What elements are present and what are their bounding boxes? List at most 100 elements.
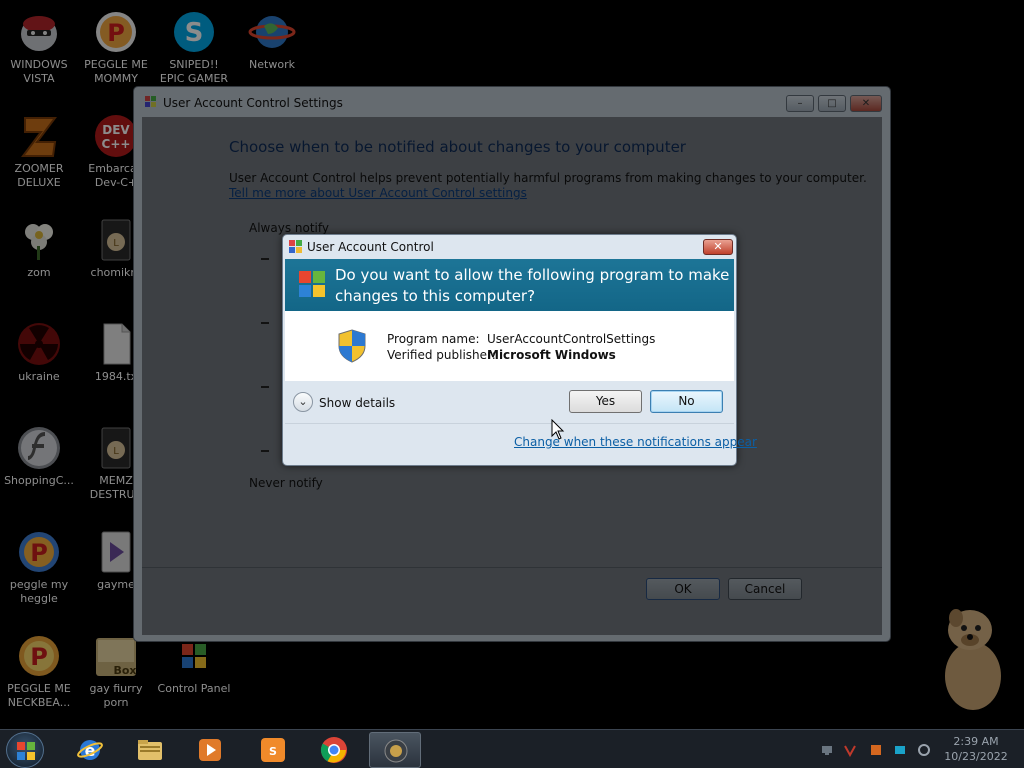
- windows-vista-icon: [15, 8, 63, 56]
- radiation-icon: [15, 320, 63, 368]
- svg-text:L: L: [113, 446, 119, 457]
- peggle-icon: P: [15, 632, 63, 680]
- chrome-icon: [320, 737, 347, 763]
- learn-more-link[interactable]: Tell me more about User Account Control …: [229, 186, 527, 200]
- minimize-icon: –: [797, 98, 803, 109]
- no-button-label: No: [678, 394, 695, 408]
- desktop-icon-peggle-my-heggle[interactable]: P peggle my heggle: [1, 528, 77, 606]
- uac-dialog: User Account Control ✕ Do you want to al…: [282, 234, 757, 466]
- uac-title-icon: [289, 240, 302, 253]
- title-bar[interactable]: User Account Control Settings – □ ✕: [134, 87, 890, 117]
- flower-icon: [15, 216, 63, 264]
- svg-text:S: S: [185, 18, 204, 48]
- svg-text:L: L: [113, 238, 119, 249]
- desktop-icon-label: ZOOMER DELUXE: [14, 162, 64, 189]
- desktop-icon-label: PEGGLE ME NECKBEA...: [7, 682, 71, 709]
- desktop-icon-peggle-me-mommy[interactable]: P PEGGLE ME MOMMY: [78, 8, 154, 86]
- window-title: User Account Control Settings: [163, 96, 343, 110]
- desktop-icon-peggle-me-neckbea[interactable]: P PEGGLE ME NECKBEA...: [1, 632, 77, 710]
- folder-icon: [138, 740, 162, 760]
- publisher-value: Microsoft Windows: [487, 348, 616, 362]
- desktop-icon-zoomer-deluxe[interactable]: ZOOMER DELUXE: [1, 112, 77, 190]
- network-globe-icon: [248, 8, 296, 56]
- desktop-icon-ukraine[interactable]: ukraine: [1, 320, 77, 384]
- maximize-button[interactable]: □: [818, 95, 846, 112]
- svg-text:Box: Box: [113, 664, 136, 677]
- media-player-icon: [199, 739, 221, 761]
- svg-text:P: P: [30, 539, 48, 567]
- windows-logo-icon: [17, 742, 35, 760]
- desktop-icon-shoppingc[interactable]: ShoppingC...: [1, 424, 77, 488]
- peggle-icon: P: [92, 8, 140, 56]
- slider-tick: [261, 258, 269, 260]
- tray-app-icon[interactable]: [869, 743, 883, 757]
- show-details-label[interactable]: Show details: [319, 396, 395, 410]
- yes-button-label: Yes: [595, 394, 616, 408]
- desktop-icon-network[interactable]: Network: [234, 8, 310, 72]
- windows-shield-icon: [299, 271, 325, 297]
- tray-antivirus-icon[interactable]: [843, 743, 857, 757]
- desktop-icon-label: WINDOWS VISTA: [10, 58, 68, 85]
- close-icon: ✕: [713, 240, 723, 253]
- cancel-button-label: Cancel: [744, 582, 786, 596]
- taskbar: e S 2:39 AM 10/23/2022: [0, 729, 1024, 768]
- question-banner: Do you want to allow the following progr…: [285, 259, 734, 311]
- minimize-button[interactable]: –: [786, 95, 814, 112]
- taskbar-sims[interactable]: S: [247, 732, 299, 768]
- yes-button[interactable]: Yes: [569, 390, 642, 413]
- internet-explorer-icon: e: [77, 740, 103, 760]
- title-bar[interactable]: User Account Control ✕: [283, 235, 736, 259]
- taskbar-uac-settings[interactable]: [369, 732, 421, 768]
- tray-network-icon[interactable]: [820, 743, 834, 757]
- slider-top-label: Always notify: [249, 221, 329, 235]
- taskbar-chrome[interactable]: [308, 732, 360, 768]
- system-clock[interactable]: 2:39 AM 10/23/2022: [940, 734, 1012, 764]
- ok-button-label: OK: [674, 582, 692, 596]
- desktop-icon-label: ShoppingC...: [4, 474, 74, 487]
- svg-text:DEV: DEV: [102, 123, 130, 137]
- svg-text:S: S: [269, 745, 277, 758]
- close-button[interactable]: ✕: [703, 239, 733, 255]
- tray-volume-icon[interactable]: [917, 743, 931, 757]
- ok-button[interactable]: OK: [646, 578, 720, 600]
- slider-bottom-label: Never notify: [249, 476, 323, 490]
- zoomer-deluxe-icon: [15, 112, 63, 160]
- clock-time: 2:39 AM: [953, 735, 999, 748]
- cancel-button[interactable]: Cancel: [728, 578, 802, 600]
- slider-tick: [261, 450, 269, 452]
- shield-icon: [145, 96, 156, 107]
- svg-text:P: P: [107, 19, 125, 47]
- taskbar-windows-explorer[interactable]: [124, 732, 176, 768]
- desktop-icon-windows-vista[interactable]: WINDOWS VISTA: [1, 8, 77, 86]
- tray-display-icon[interactable]: [893, 743, 907, 757]
- taskbar-internet-explorer[interactable]: e: [64, 732, 116, 768]
- desktop-icon-label: ukraine: [18, 370, 60, 383]
- program-name-value: UserAccountControlSettings: [487, 332, 656, 346]
- close-button[interactable]: ✕: [850, 95, 882, 112]
- flash-icon: [15, 424, 63, 472]
- mouse-cursor-icon: [551, 419, 565, 440]
- desktop-icon-zom[interactable]: zom: [1, 216, 77, 280]
- svg-text:C++: C++: [102, 137, 131, 151]
- uac-question: Do you want to allow the following progr…: [335, 266, 730, 305]
- publisher-label: Verified publisher:: [387, 348, 496, 362]
- desktop-icon-gay-fiurry-porn[interactable]: Box gay fiurry porn: [78, 632, 154, 710]
- desktop-icon-label: zom: [27, 266, 51, 279]
- start-button[interactable]: [6, 732, 44, 768]
- svg-text:P: P: [30, 643, 48, 671]
- slider-tick: [261, 386, 269, 388]
- no-button[interactable]: No: [650, 390, 723, 413]
- dog-desktop-image: [940, 604, 1006, 712]
- desktop-icon-label: Control Panel: [157, 682, 231, 695]
- sims-icon: S: [261, 738, 285, 762]
- page-description: User Account Control helps prevent poten…: [229, 171, 867, 185]
- program-name-label: Program name:: [387, 332, 480, 346]
- desktop-icon-label: gay fiurry porn: [89, 682, 143, 709]
- peggle-icon: P: [15, 528, 63, 576]
- footer-divider: [142, 567, 882, 568]
- page-heading: Choose when to be notified about changes…: [229, 138, 686, 156]
- taskbar-media-player[interactable]: [184, 732, 236, 768]
- chevron-down-icon[interactable]: ⌄: [293, 392, 313, 412]
- footer-divider: [285, 423, 734, 424]
- close-icon: ✕: [861, 98, 871, 109]
